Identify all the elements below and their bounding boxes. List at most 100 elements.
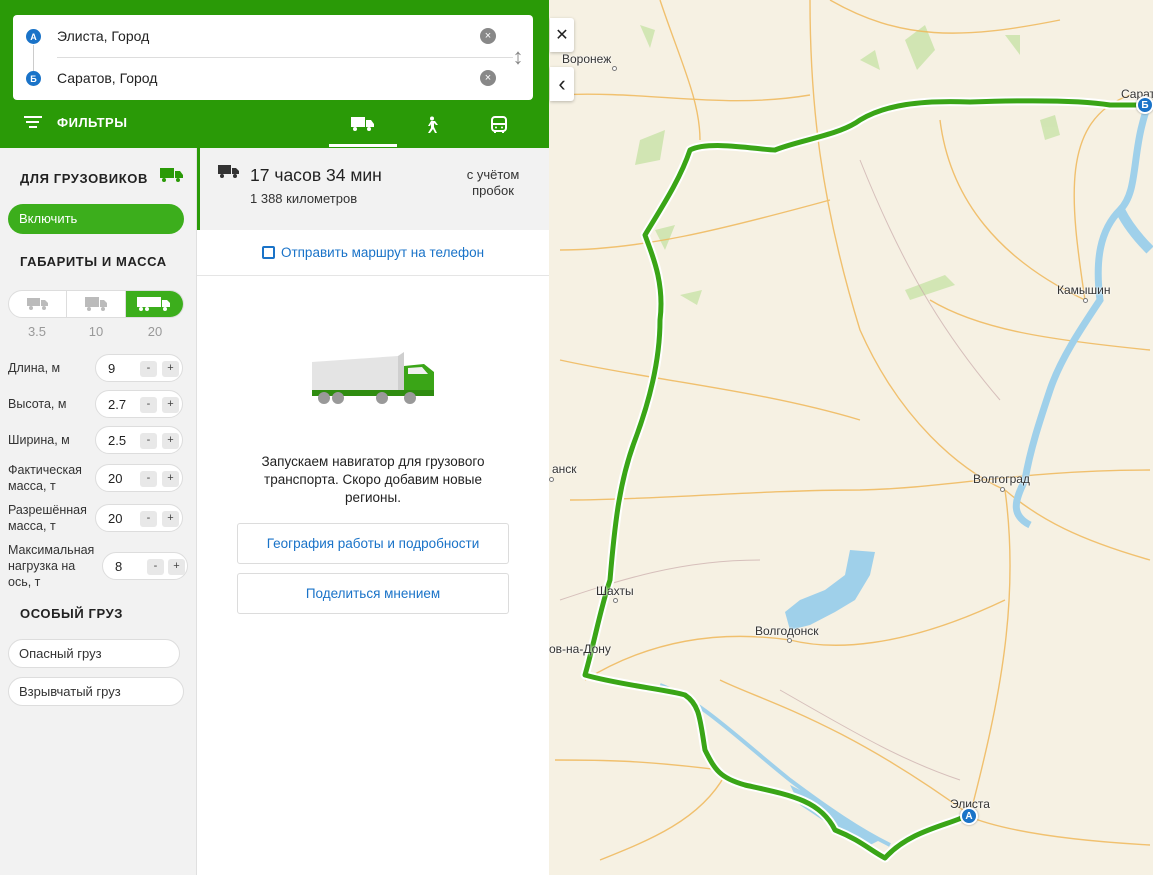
clear-from-button[interactable]: × [480, 28, 496, 44]
truck-filters-panel: ДЛЯ ГРУЗОВИКОВ Включить ГАБАРИТЫ И МАССА… [0, 148, 197, 875]
bus-icon [491, 116, 507, 133]
close-panel-button[interactable]: ✕ [550, 18, 574, 52]
length-stepper[interactable]: 9 - + [95, 354, 183, 382]
preset-label: 10 [88, 324, 104, 339]
width-value[interactable]: 2.5 [108, 433, 126, 448]
truck-size-10[interactable] [67, 291, 126, 317]
length-value[interactable]: 9 [108, 361, 115, 376]
city-label-volgodonsk: Волгодонск [755, 624, 819, 638]
height-label: Высота, м [8, 397, 67, 411]
city-dot [1000, 487, 1005, 492]
length-label: Длина, м [8, 361, 61, 375]
route-to-row[interactable]: Б Саратов, Город × [13, 57, 533, 99]
marker-b-icon: Б [26, 71, 41, 86]
trucks-section-title: ДЛЯ ГРУЗОВИКОВ [20, 171, 148, 186]
truck-icon [160, 168, 183, 182]
axle-load-stepper[interactable]: 8 - + [102, 552, 188, 580]
decrement-button[interactable]: - [140, 433, 157, 449]
axle-load-value[interactable]: 8 [115, 559, 122, 574]
city-label-kamyshin: Камышин [1057, 283, 1111, 297]
route-summary-card[interactable]: 17 часов 34 мин 1 388 километров с учёто… [197, 148, 549, 230]
geography-details-button[interactable]: География работы и подробности [237, 523, 509, 564]
traffic-note: с учётом пробок [466, 167, 520, 198]
medium-truck-icon [84, 297, 107, 311]
decrement-button[interactable]: - [140, 361, 157, 377]
route-from-row[interactable]: А Элиста, Город × [13, 15, 533, 57]
sidebar: А Элиста, Город × Б Саратов, Город × ↕ Ф… [0, 0, 549, 875]
close-icon: ✕ [555, 27, 569, 44]
marker-a-icon: А [26, 29, 41, 44]
truck-size-selector [8, 290, 184, 318]
dimensions-section-title: ГАБАРИТЫ И МАССА [20, 254, 167, 269]
increment-button[interactable]: + [162, 511, 179, 527]
collapse-panel-button[interactable]: ‹ [550, 67, 574, 101]
city-dot [549, 477, 554, 482]
clear-to-button[interactable]: × [480, 70, 496, 86]
explosive-cargo-toggle[interactable]: Взрывчатый груз [8, 677, 184, 706]
swap-route-icon[interactable]: ↕ [508, 42, 528, 72]
increment-button[interactable]: + [162, 433, 179, 449]
increment-button[interactable]: + [162, 361, 179, 377]
filters-label: ФИЛЬТРЫ [57, 114, 128, 130]
decrement-button[interactable]: - [147, 559, 164, 575]
send-to-phone-label: Отправить маршрут на телефон [280, 245, 485, 260]
city-dot [612, 66, 617, 71]
permitted-mass-value[interactable]: 20 [108, 511, 122, 526]
width-label: Ширина, м [8, 433, 70, 447]
permitted-mass-stepper[interactable]: 20 - + [95, 504, 183, 532]
route-input-box: А Элиста, Город × Б Саратов, Город × ↕ [13, 15, 533, 100]
special-cargo-title: ОСОБЫЙ ГРУЗ [20, 606, 124, 621]
filters-button[interactable]: ФИЛЬТРЫ [24, 113, 127, 131]
actual-mass-label: Фактическая масса, т [8, 463, 82, 493]
increment-button[interactable]: + [162, 397, 179, 413]
tab-truck[interactable] [329, 103, 397, 147]
increment-button[interactable]: + [162, 471, 179, 487]
decrement-button[interactable]: - [140, 511, 157, 527]
city-label-volgograd: Волгоград [973, 472, 1030, 486]
enable-truck-mode-button[interactable]: Включить [8, 204, 184, 234]
route-header: А Элиста, Город × Б Саратов, Город × ↕ Ф… [0, 0, 549, 148]
small-truck-icon [26, 298, 48, 310]
pedestrian-icon [428, 116, 438, 133]
city-label-millerovo: анск [552, 462, 577, 476]
truck-icon [218, 165, 239, 178]
city-label-shakhty: Шахты [596, 584, 634, 598]
city-label-rostov: ов-на-Дону [549, 642, 611, 656]
height-value[interactable]: 2.7 [108, 397, 126, 412]
permitted-mass-label: Разрешённая масса, т [8, 503, 87, 533]
decrement-button[interactable]: - [140, 471, 157, 487]
truck-size-20[interactable] [125, 291, 183, 317]
route-duration: 17 часов 34 мин [250, 165, 382, 185]
route-from-input[interactable]: Элиста, Город [57, 28, 149, 44]
route-to-input[interactable]: Саратов, Город [57, 70, 157, 86]
axle-load-label: Максимальная нагрузка на ось, т [8, 543, 95, 589]
city-dot [787, 638, 792, 643]
actual-mass-value[interactable]: 20 [108, 471, 122, 486]
route-start-pin[interactable]: А [960, 807, 978, 825]
large-truck-icon [137, 297, 171, 311]
preset-label: 20 [147, 324, 163, 339]
send-icon [261, 246, 275, 259]
route-end-pin[interactable]: Б [1136, 96, 1153, 114]
chevron-left-icon: ‹ [558, 71, 566, 96]
height-stepper[interactable]: 2.7 - + [95, 390, 183, 418]
preset-label: 3.5 [27, 324, 47, 339]
route-distance: 1 388 километров [250, 191, 358, 206]
truck-icon [351, 116, 374, 131]
promo-text: Запускаем навигатор для грузового трансп… [261, 454, 485, 505]
width-stepper[interactable]: 2.5 - + [95, 426, 183, 454]
truck-illustration-icon [312, 352, 434, 404]
filter-icon [24, 113, 42, 131]
dangerous-cargo-toggle[interactable]: Опасный груз [8, 639, 180, 668]
decrement-button[interactable]: - [140, 397, 157, 413]
city-dot [1083, 298, 1088, 303]
actual-mass-stepper[interactable]: 20 - + [95, 464, 183, 492]
increment-button[interactable]: + [168, 559, 185, 575]
share-feedback-button[interactable]: Поделиться мнением [237, 573, 509, 614]
truck-size-3-5[interactable] [9, 291, 68, 317]
send-to-phone-link[interactable]: Отправить маршрут на телефон [197, 230, 549, 276]
tab-transit[interactable] [465, 103, 533, 147]
city-label-voronezh: Воронеж [562, 52, 612, 66]
city-dot [613, 598, 618, 603]
tab-walk[interactable] [397, 103, 465, 147]
